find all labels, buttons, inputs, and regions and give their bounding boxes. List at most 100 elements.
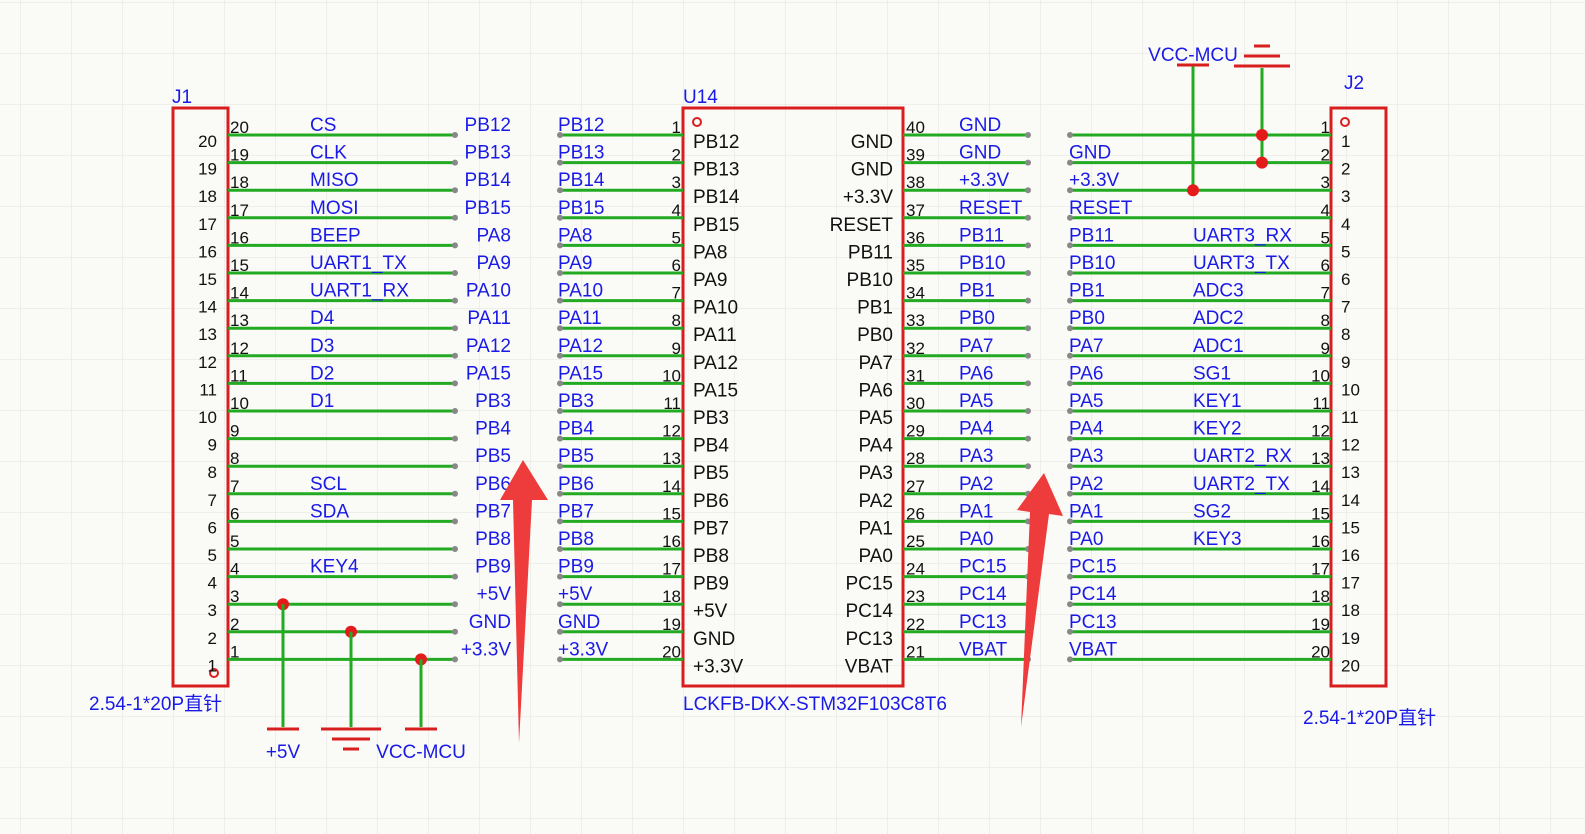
j2-net-label: +3.3V bbox=[1069, 170, 1120, 191]
j2-pin-number: 8 bbox=[1321, 311, 1330, 330]
j1-body-pin-number: 13 bbox=[198, 325, 217, 344]
u14-left-net-label: PA10 bbox=[558, 281, 603, 302]
u14-left-net-label: PA15 bbox=[558, 363, 603, 384]
u14-right-pin-number: 23 bbox=[906, 587, 925, 606]
u14-left-pin-name: PA11 bbox=[693, 325, 737, 346]
j2-net-label: PA5 bbox=[1069, 391, 1104, 412]
j2-pin-number: 1 bbox=[1321, 118, 1330, 137]
j2-net-label: PB10 bbox=[1069, 253, 1115, 274]
u14-right-pin-number: 39 bbox=[906, 146, 925, 165]
j2-signal-label: SG1 bbox=[1193, 363, 1231, 384]
j2-net-label: PA4 bbox=[1069, 419, 1104, 440]
j2-pin-number: 14 bbox=[1311, 477, 1330, 496]
u14-left-pin-name: PB14 bbox=[693, 187, 740, 208]
u14-left-net-label: PB6 bbox=[558, 474, 594, 495]
u14-left-pin-name: PB9 bbox=[693, 574, 729, 595]
j2-body-pin-number: 16 bbox=[1341, 546, 1360, 565]
j1-signal-label: D1 bbox=[310, 391, 334, 412]
u14-left-net-label: PB5 bbox=[558, 446, 594, 467]
j1-net-label: PB15 bbox=[465, 198, 511, 219]
j2-power-label: VCC-MCU bbox=[1148, 45, 1238, 66]
u14-right-pin-name: VBAT bbox=[845, 656, 894, 677]
u14-right-pin-number: 36 bbox=[906, 228, 925, 247]
j1-signal-label: MISO bbox=[310, 170, 359, 191]
j2-net-label: PC14 bbox=[1069, 584, 1117, 605]
j1-body-pin-number: 8 bbox=[208, 463, 217, 482]
j1-net-label: PA15 bbox=[466, 363, 511, 384]
j1-body-pin-number: 10 bbox=[198, 408, 217, 427]
j2-pin-number: 13 bbox=[1311, 449, 1330, 468]
u14-left-pin-name: PB6 bbox=[693, 491, 729, 512]
u14-right-net-endpoint bbox=[1025, 242, 1031, 249]
j2-body-pin-number: 2 bbox=[1341, 160, 1350, 179]
u14-right-pin-name: PA0 bbox=[858, 546, 893, 567]
j2-net-label: PB1 bbox=[1069, 281, 1105, 302]
u14-right-pin-number: 34 bbox=[906, 284, 925, 303]
u14-right-net-label: GND bbox=[959, 143, 1001, 164]
u14-left-pin-name: GND bbox=[693, 629, 735, 650]
j1-pin-number: 18 bbox=[230, 173, 249, 192]
j2-pin-number: 19 bbox=[1311, 615, 1330, 634]
j1-signal-label: D4 bbox=[310, 308, 335, 329]
u14-left-pin-number: 16 bbox=[662, 532, 681, 551]
u14-left-pin-name: PA8 bbox=[693, 242, 728, 263]
u14-right-pin-number: 26 bbox=[906, 504, 925, 523]
u14-right-net-endpoint bbox=[1025, 214, 1031, 221]
j1-signal-label: MOSI bbox=[310, 198, 359, 219]
j2-net-label: PA1 bbox=[1069, 501, 1104, 522]
u14-right-net-label: PA0 bbox=[959, 529, 994, 550]
j2-body-pin-number: 14 bbox=[1341, 491, 1360, 510]
u14-right-pin-name: PB1 bbox=[857, 298, 893, 319]
u14-right-net-label: RESET bbox=[959, 198, 1023, 219]
j1-net-endpoint bbox=[452, 463, 458, 470]
j2-pin-number: 10 bbox=[1311, 366, 1330, 385]
u14-right-pin-name: PA5 bbox=[858, 408, 893, 429]
u14-right-net-endpoint bbox=[1025, 187, 1031, 194]
j2-signal-label: UART2_RX bbox=[1193, 446, 1292, 467]
u14-left-pin-number: 2 bbox=[672, 146, 681, 165]
j2-signal-label: ADC2 bbox=[1193, 308, 1244, 329]
u14-right-pin-number: 31 bbox=[906, 366, 925, 385]
j1-body-pin-number: 11 bbox=[199, 380, 217, 399]
j1-pin-number: 17 bbox=[230, 201, 249, 220]
u14-right-net-label: PA5 bbox=[959, 391, 994, 412]
j2-pin-number: 2 bbox=[1321, 146, 1330, 165]
j1-net-endpoint bbox=[452, 573, 458, 580]
j1-net-label: PB8 bbox=[475, 529, 511, 550]
j1-ref: J1 bbox=[172, 87, 192, 108]
j1-pin-number: 11 bbox=[230, 366, 248, 385]
u14-right-pin-number: 30 bbox=[906, 394, 925, 413]
j2-net-label: PA6 bbox=[1069, 363, 1104, 384]
u14-left-net-label: PB3 bbox=[558, 391, 594, 412]
j1-body-pin-number: 5 bbox=[208, 546, 217, 565]
j1-net-label: PB9 bbox=[475, 557, 511, 578]
u14-left-pin-number: 13 bbox=[662, 449, 681, 468]
u14-left-pin-number: 11 bbox=[663, 394, 681, 413]
j2-body-pin-number: 10 bbox=[1341, 380, 1360, 399]
u14-right-pin-number: 29 bbox=[906, 422, 925, 441]
j1-signal-label: UART1_RX bbox=[310, 281, 409, 302]
u14-right-pin-number: 22 bbox=[906, 615, 925, 634]
j2-body-pin-number: 3 bbox=[1341, 187, 1350, 206]
j2-pin-number: 12 bbox=[1311, 422, 1330, 441]
j1-net-label: PA12 bbox=[466, 336, 511, 357]
j2-pin-number: 11 bbox=[1312, 394, 1330, 413]
j2-body-pin-number: 13 bbox=[1341, 463, 1360, 482]
j1-net-label: PA10 bbox=[466, 281, 511, 302]
u14-right-pin-name: PB0 bbox=[857, 325, 893, 346]
u14-left-pin-name: PA9 bbox=[693, 270, 728, 291]
j1-net-endpoint bbox=[452, 325, 458, 332]
j1-body-pin-number: 19 bbox=[198, 160, 217, 179]
j2-net-label: PB0 bbox=[1069, 308, 1105, 329]
u14-right-pin-name: GND bbox=[851, 160, 893, 181]
u14-left-pin-number: 1 bbox=[672, 118, 681, 137]
j1-net-endpoint bbox=[452, 435, 458, 442]
j2-net-label: PC15 bbox=[1069, 557, 1117, 578]
u14-right-net-label: GND bbox=[959, 115, 1001, 136]
u14-left-pin-name: PB5 bbox=[693, 463, 729, 484]
u14-left-pin-name: PB3 bbox=[693, 408, 729, 429]
j2-pin-number: 18 bbox=[1311, 587, 1330, 606]
j1-body-pin-number: 6 bbox=[208, 518, 217, 537]
u14-right-net-label: PA7 bbox=[959, 336, 994, 357]
j1-net-label: PA9 bbox=[476, 253, 511, 274]
